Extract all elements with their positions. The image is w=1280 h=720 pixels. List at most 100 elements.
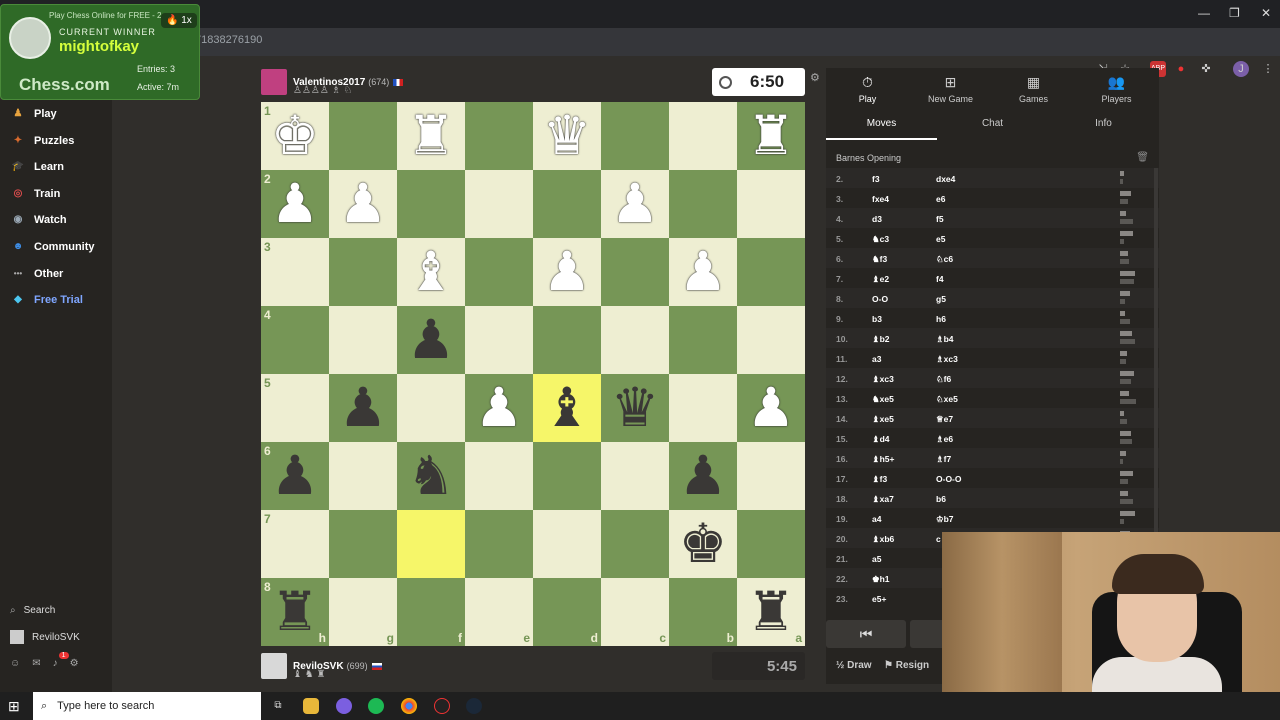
- white-move[interactable]: b3: [872, 314, 882, 324]
- white-move[interactable]: ♝xb6: [872, 534, 894, 545]
- black-move[interactable]: ♘c6: [936, 254, 953, 265]
- board-square[interactable]: [601, 306, 669, 374]
- black-move[interactable]: ♕e7: [936, 414, 953, 425]
- board-square[interactable]: [737, 442, 805, 510]
- move-row[interactable]: 19. a4 ♔b7: [826, 508, 1159, 528]
- board-square[interactable]: 5: [261, 374, 329, 442]
- black-move[interactable]: b6: [936, 494, 946, 504]
- board-square[interactable]: [329, 102, 397, 170]
- chess-piece-black[interactable]: ♞: [397, 442, 465, 510]
- sidebar-profile[interactable]: RevilоSVK: [10, 630, 80, 644]
- board-square[interactable]: 3: [261, 238, 329, 306]
- sidebar-item-learn[interactable]: 🎓 Learn: [10, 157, 64, 177]
- white-move[interactable]: ♝e2: [872, 274, 889, 285]
- top-player-avatar[interactable]: [261, 69, 287, 95]
- board-square[interactable]: [737, 238, 805, 306]
- white-move[interactable]: ♞xe5: [872, 394, 894, 405]
- board-square[interactable]: [669, 374, 737, 442]
- white-move[interactable]: ♝f3: [872, 474, 887, 485]
- subtab-moves[interactable]: Moves: [826, 118, 937, 140]
- move-row[interactable]: 18. ♝xa7 b6: [826, 488, 1159, 508]
- white-move[interactable]: ♚h1: [872, 574, 890, 585]
- white-move[interactable]: ♝xa7: [872, 494, 894, 505]
- chrome-icon[interactable]: [401, 698, 417, 714]
- board-square[interactable]: [533, 442, 601, 510]
- black-move[interactable]: ♘f6: [936, 374, 951, 385]
- white-move[interactable]: f3: [872, 174, 880, 184]
- black-move[interactable]: ♗b4: [936, 334, 954, 345]
- white-move[interactable]: ♝b2: [872, 334, 890, 345]
- black-move[interactable]: c: [936, 534, 941, 544]
- board-square[interactable]: [465, 510, 533, 578]
- board-square[interactable]: e: [465, 578, 533, 646]
- black-move[interactable]: dxe4: [936, 174, 955, 184]
- move-row[interactable]: 8. O-O g5: [826, 288, 1159, 308]
- black-move[interactable]: ♘xe5: [936, 394, 958, 405]
- chess-piece-white[interactable]: ♟: [669, 238, 737, 306]
- friends-icon[interactable]: ☺: [10, 658, 20, 669]
- board-square[interactable]: [329, 306, 397, 374]
- move-row[interactable]: 3. fxe4 e6: [826, 188, 1159, 208]
- trash-icon[interactable]: 🗑: [1136, 152, 1149, 163]
- move-row[interactable]: 4. d3 f5: [826, 208, 1159, 228]
- extension-red-icon[interactable]: ●: [1173, 61, 1189, 77]
- chess-board[interactable]: 1 2 3 4 5 6 7 8 h g f e d c b a ♚ ♜ ♛ ♜ ♟ ♟ ♟ ♝ ♟ ♟ ♟ ♟ ♟ ♝ ♛ ♟ ♟ ♞ ♟ ♚ ♜ ♜: [261, 102, 805, 646]
- white-move[interactable]: a5: [872, 554, 881, 564]
- move-row[interactable]: 13. ♞xe5 ♘xe5: [826, 388, 1159, 408]
- move-row[interactable]: 14. ♝xe5 ♕e7: [826, 408, 1159, 428]
- board-square[interactable]: [533, 510, 601, 578]
- menu-kebab-icon[interactable]: ⋮: [1260, 61, 1276, 77]
- subtab-chat[interactable]: Chat: [937, 118, 1048, 129]
- board-square[interactable]: [329, 510, 397, 578]
- steam-icon[interactable]: [466, 698, 482, 714]
- sidebar-item-other[interactable]: ••• Other: [10, 264, 64, 284]
- chess-piece-black[interactable]: ♚: [669, 510, 737, 578]
- chess-piece-white[interactable]: ♜: [397, 102, 465, 170]
- move-row[interactable]: 5. ♞c3 e5: [826, 228, 1159, 248]
- move-row[interactable]: 2. f3 dxe4: [826, 168, 1159, 188]
- board-square[interactable]: [329, 238, 397, 306]
- tab-new-game[interactable]: ⊞ New Game: [909, 74, 992, 104]
- chess-piece-black[interactable]: ♝: [533, 374, 601, 442]
- move-row[interactable]: 9. b3 h6: [826, 308, 1159, 328]
- black-move[interactable]: g5: [936, 294, 946, 304]
- first-move-button[interactable]: ⏮: [826, 620, 906, 648]
- board-square[interactable]: [397, 170, 465, 238]
- board-square[interactable]: [329, 442, 397, 510]
- board-square[interactable]: [601, 238, 669, 306]
- move-row[interactable]: 15. ♝d4 ♗e6: [826, 428, 1159, 448]
- sidebar-item-watch[interactable]: ◉ Watch: [10, 210, 67, 230]
- tab-players[interactable]: 👥 Players: [1075, 74, 1158, 104]
- move-row[interactable]: 11. a3 ♗xc3: [826, 348, 1159, 368]
- chess-piece-white[interactable]: ♟: [533, 238, 601, 306]
- chess-piece-white[interactable]: ♟: [737, 374, 805, 442]
- resign-button[interactable]: ⚑ Resign: [884, 660, 929, 671]
- board-settings-gear-icon[interactable]: ⚙: [810, 71, 820, 84]
- move-row[interactable]: 17. ♝f3 O-O-O: [826, 468, 1159, 488]
- board-square[interactable]: d: [533, 578, 601, 646]
- opening-name[interactable]: Barnes Opening: [836, 153, 901, 163]
- board-square[interactable]: c: [601, 578, 669, 646]
- black-move[interactable]: O-O-O: [936, 474, 962, 484]
- mail-icon[interactable]: ✉: [32, 658, 40, 669]
- maximize-button[interactable]: ❐: [1229, 6, 1240, 20]
- board-square[interactable]: [601, 102, 669, 170]
- sidebar-item-free-trial[interactable]: ◆ Free Trial: [10, 290, 83, 310]
- board-square[interactable]: f: [397, 578, 465, 646]
- board-square[interactable]: [465, 442, 533, 510]
- black-move[interactable]: ♔b7: [936, 514, 954, 525]
- board-square[interactable]: [533, 306, 601, 374]
- white-move[interactable]: fxe4: [872, 194, 889, 204]
- subtab-info[interactable]: Info: [1048, 118, 1159, 129]
- discord-icon[interactable]: [336, 698, 352, 714]
- white-move[interactable]: e5+: [872, 594, 886, 604]
- white-move[interactable]: d3: [872, 214, 882, 224]
- chess-piece-white[interactable]: ♟: [601, 170, 669, 238]
- chess-piece-black[interactable]: ♟: [397, 306, 465, 374]
- move-row[interactable]: 16. ♝h5+ ♗f7: [826, 448, 1159, 468]
- black-move[interactable]: f4: [936, 274, 944, 284]
- black-move[interactable]: e6: [936, 194, 945, 204]
- board-square[interactable]: [533, 170, 601, 238]
- white-move[interactable]: a4: [872, 514, 881, 524]
- tab-games[interactable]: ▦ Games: [992, 74, 1075, 104]
